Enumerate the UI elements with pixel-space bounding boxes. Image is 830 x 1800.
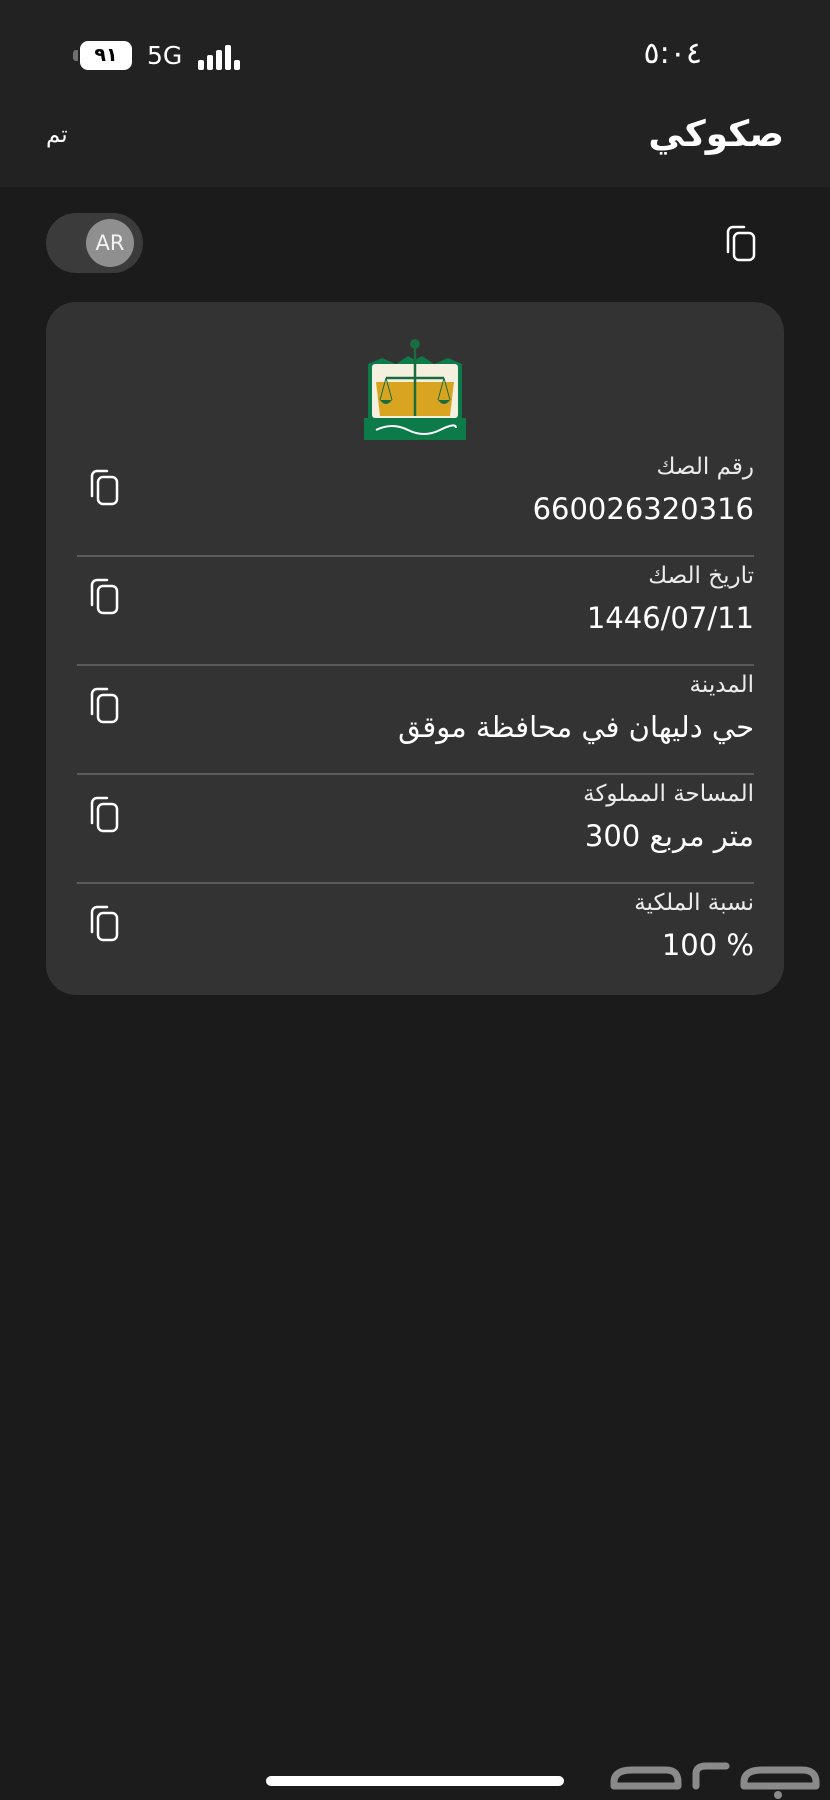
copy-icon[interactable] [89,686,121,726]
ownership-share-row: نسبة الملكية 100 % [77,884,754,993]
nav-bar: تم صكوكي [0,100,830,187]
city-row: المدينة حي دليهان في محافظة موقق [77,666,754,775]
status-time: ٥:٠٤ [643,36,702,71]
deed-number-label: رقم الصك [656,454,754,480]
battery-icon: ٩١ [80,41,132,70]
network-type: 5G [147,41,183,70]
ownership-share-label: نسبة الملكية [634,890,754,916]
deed-date-label: تاريخ الصك [648,563,754,589]
copy-icon[interactable] [89,795,121,835]
ownership-share-value: 100 % [661,928,754,962]
ministry-of-justice-logo [364,339,466,440]
copy-icon[interactable] [724,224,760,264]
copy-icon[interactable] [89,904,121,944]
owned-area-label: المساحة المملوكة [583,781,754,807]
city-label: المدينة [689,672,754,698]
language-toggle[interactable]: AR [46,213,143,273]
page-title: صكوكي [648,114,784,155]
deed-date-row: تاريخ الصك 1446/07/11 [77,557,754,666]
owned-area-row: المساحة المملوكة 300 متر مربع [77,775,754,884]
status-bar: ٩١ 5G ٥:٠٤ [0,0,830,100]
deed-date-value: 1446/07/11 [586,601,754,635]
done-button[interactable]: تم [46,122,68,148]
language-toggle-knob: AR [86,219,134,267]
copy-icon[interactable] [89,577,121,617]
signal-icon [198,45,240,70]
deed-number-row: رقم الصك 660026320316 [77,448,754,557]
deed-number-value: 660026320316 [532,492,754,526]
deed-card: رقم الصك 660026320316 تاريخ الصك 1446/07… [46,302,784,995]
home-indicator[interactable] [266,1776,564,1786]
haraj-watermark-logo [610,1762,820,1799]
owned-area-value: 300 متر مربع [584,819,754,853]
battery-tip [73,50,78,61]
city-value: حي دليهان في محافظة موقق [398,710,754,744]
copy-icon[interactable] [89,468,121,508]
